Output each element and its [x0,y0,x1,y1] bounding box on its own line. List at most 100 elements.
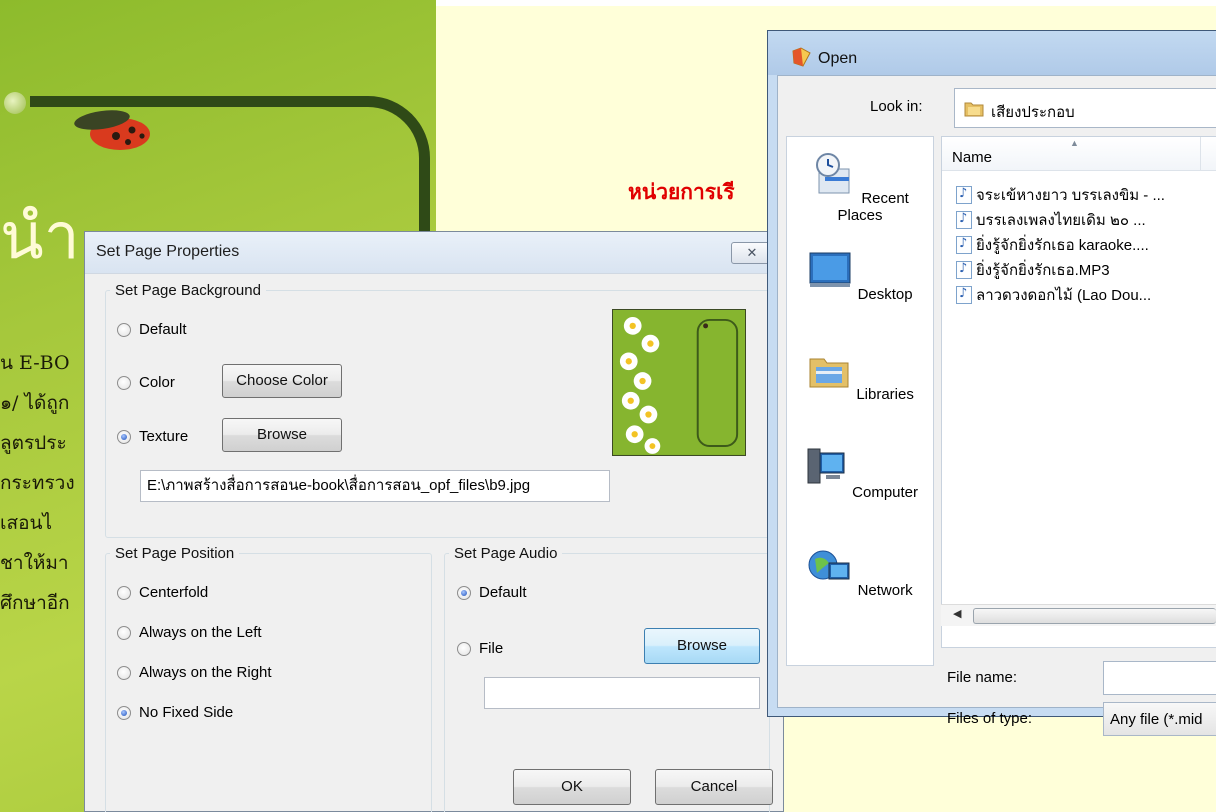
place-computer[interactable]: Computer [787,445,933,501]
dialog-title: Set Page Properties [96,243,240,260]
files-of-type-select[interactable]: Any file (*.mid [1103,702,1216,736]
close-icon: ✕ [746,245,758,260]
radio-circle [457,585,471,600]
file-name: จระเข้หางยาว บรรเลงขิม - ... [976,187,1165,204]
radio-circle [117,322,131,337]
network-icon [808,550,850,580]
texture-browse-button[interactable]: Browse [222,418,342,452]
list-item[interactable]: ยิ่งรู้จักยิ่งรักเธอ.MP3 [956,258,1110,282]
radio-audio-file[interactable]: File [457,640,503,657]
side-text-line: น E-BO [0,352,70,374]
radio-circle [457,641,471,656]
dialog-titlebar[interactable]: Set Page Properties ✕ [85,232,783,274]
list-item[interactable]: ลาวดวงดอกไม้ (Lao Dou... [956,283,1151,307]
radio-label: No Fixed Side [139,704,234,721]
audio-file-field[interactable] [484,677,760,709]
set-page-properties-dialog: Set Page Properties ✕ Set Page Backgroun… [84,231,784,812]
desktop-icon [809,252,851,287]
file-name-input[interactable] [1103,661,1216,695]
scrollbar-thumb[interactable] [973,608,1216,624]
radio-label: Always on the Right [139,664,272,681]
radio-label: Texture [139,428,189,445]
side-text-line: กระทรวง [0,472,75,494]
radio-label: Centerfold [139,584,209,601]
side-text-line: ๑/ ได้ถูก [0,392,70,414]
audio-file-icon [956,211,972,229]
side-text-line: ชาให้มา [0,552,69,574]
side-text-line: ศึกษาอีก [0,592,70,614]
group-legend: Set Page Background [115,282,261,299]
audio-file-icon [956,261,972,279]
open-dialog-body: Look in: เสียงประกอบ Recent Places Deskt… [777,75,1216,736]
recent-places-icon [816,153,850,194]
ladybug-icon [74,110,150,150]
audio-file-icon [956,286,972,304]
place-label: Computer [852,484,919,501]
place-label: Desktop [857,286,913,303]
radio-position-left[interactable]: Always on the Left [117,624,262,641]
file-name: ยิ่งรู้จักยิ่งรักเธอ karaoke.... [976,237,1149,254]
list-item[interactable]: จระเข้หางยาว บรรเลงขิม - ... [956,183,1165,207]
folder-icon [964,102,984,117]
radio-position-no-fixed-side[interactable]: No Fixed Side [117,704,233,721]
place-libraries[interactable]: Libraries [787,347,933,403]
files-of-type-label: Files of type: [947,710,1033,727]
cancel-button[interactable]: Cancel [655,769,773,805]
open-file-dialog: Open Look in: เสียงประกอบ Recent Places [767,30,1216,736]
group-legend: Set Page Audio [454,545,558,562]
name-column-header[interactable]: ▲ Name [942,137,1216,171]
ok-button[interactable]: OK [513,769,631,805]
place-label: Network [857,582,913,599]
place-label: Libraries [856,386,914,403]
radio-label: File [479,640,504,657]
group-legend: Set Page Position [115,545,235,562]
big-title-glyph: นำ [0,200,82,274]
audio-file-icon [956,236,972,254]
radio-label: Default [139,321,187,338]
radio-label: Color [139,374,175,391]
radio-circle [117,375,131,390]
open-app-icon [792,47,811,67]
place-desktop[interactable]: Desktop [787,247,933,303]
column-label: Name [952,149,993,166]
page-heading: หน่วยการเรี [628,179,735,204]
places-bar: Recent Places Desktop Libraries Computer… [786,136,934,666]
radio-background-default[interactable]: Default [117,321,187,338]
texture-preview-image [612,309,746,456]
radio-background-texture[interactable]: Texture [117,428,188,445]
place-network[interactable]: Network [787,543,933,599]
vine-knob [4,92,26,114]
audio-browse-button[interactable]: Browse [644,628,760,664]
list-item[interactable]: ยิ่งรู้จักยิ่งรักเธอ karaoke.... [956,233,1149,257]
choose-color-button[interactable]: Choose Color [222,364,342,398]
radio-circle [117,665,131,680]
file-name: ลาวดวงดอกไม้ (Lao Dou... [976,287,1152,304]
file-name-label: File name: [947,669,1018,686]
side-text-line: เสอนไ [0,512,53,534]
audio-file-icon [956,186,972,204]
look-in-value: เสียงประกอบ [991,104,1075,121]
list-item[interactable]: บรรเลงเพลงไทยเดิม ๒๐ ... [956,208,1146,232]
scroll-left-icon[interactable]: ◀ [953,607,961,620]
radio-circle [117,705,131,720]
side-text-line: ลูตรประ [0,432,67,454]
radio-background-color[interactable]: Color [117,374,175,391]
open-dialog-titlebar[interactable]: Open [768,31,1216,75]
radio-position-right[interactable]: Always on the Right [117,664,272,681]
radio-label: Default [479,584,527,601]
radio-position-centerfold[interactable]: Centerfold [117,584,208,601]
look-in-label: Look in: [870,98,923,115]
libraries-icon [809,358,849,388]
texture-path-field[interactable]: E:\ภาพสร้างสื่อการสอนe-book\สื่อการสอน_o… [140,470,610,502]
radio-audio-default[interactable]: Default [457,584,527,601]
computer-icon [807,448,845,484]
file-name: ยิ่งรู้จักยิ่งรักเธอ.MP3 [976,262,1110,279]
place-recent-places[interactable]: Recent Places [787,151,933,224]
look-in-dropdown[interactable]: เสียงประกอบ [954,88,1216,128]
radio-circle [117,585,131,600]
horizontal-scrollbar[interactable]: ◀ [941,604,1216,626]
sort-arrow-icon: ▲ [1070,138,1079,148]
radio-circle [117,429,131,444]
file-list: ▲ Name จระเข้หางยาว บรรเลงขิม - ... บรรเ… [941,136,1216,648]
radio-circle [117,625,131,640]
